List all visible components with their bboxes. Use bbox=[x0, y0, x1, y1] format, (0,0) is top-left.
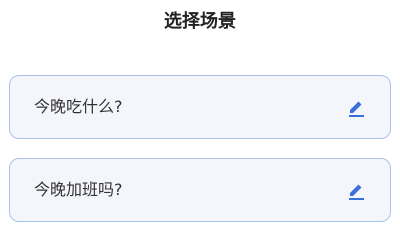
scene-select-page: 选择场景 今晚吃什么? 今晚加班吗? bbox=[0, 0, 400, 244]
scene-card[interactable]: 今晚吃什么? bbox=[9, 75, 391, 139]
scene-card-label: 今晚加班吗? bbox=[34, 180, 123, 199]
edit-icon[interactable] bbox=[344, 178, 368, 202]
scene-card[interactable]: 今晚加班吗? bbox=[9, 158, 391, 222]
scene-card-label: 今晚吃什么? bbox=[34, 97, 123, 116]
edit-icon[interactable] bbox=[344, 95, 368, 119]
page-title: 选择场景 bbox=[164, 11, 236, 32]
